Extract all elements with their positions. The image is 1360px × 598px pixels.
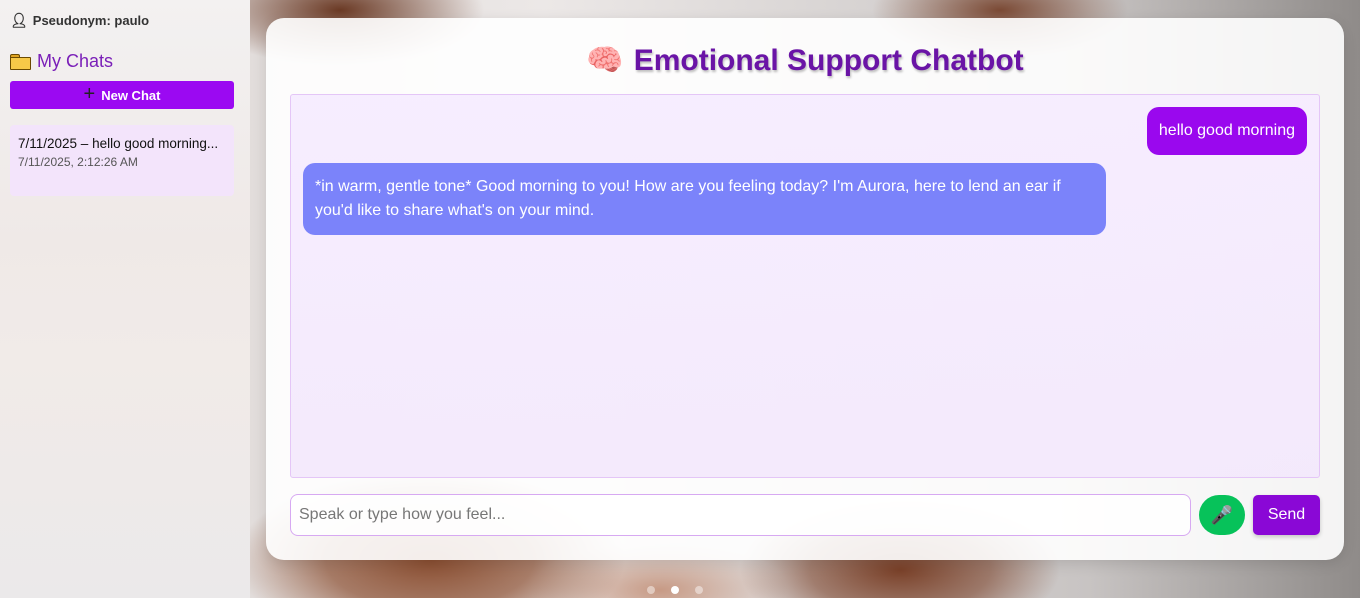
carousel-dot[interactable] [647,586,655,594]
carousel-dot-active[interactable] [671,586,679,594]
folder-icon [10,54,31,70]
brain-icon: 🧠 [586,44,624,77]
plus-icon: + [83,83,96,105]
my-chats-heading: My Chats [10,50,240,72]
carousel-dots [647,586,703,594]
chat-history-item[interactable]: 7/11/2025 – hello good morning... 7/11/2… [10,125,234,196]
sidebar: 👤︎ Pseudonym: paulo My Chats + New Chat … [0,0,250,598]
bot-message: *in warm, gentle tone* Good morning to y… [303,163,1106,235]
microphone-icon: 🎤 [1210,504,1234,525]
composer: 🎤 Send [290,494,1320,536]
pseudonym-row: 👤︎ Pseudonym: paulo [10,10,240,30]
microphone-button[interactable]: 🎤 [1199,495,1245,535]
new-chat-label: New Chat [101,87,161,103]
user-icon: 👤︎ [10,11,28,28]
my-chats-label: My Chats [37,50,114,71]
chat-item-timestamp: 7/11/2025, 2:12:26 AM [18,155,138,169]
user-message: hello good morning [1146,107,1307,155]
message-list[interactable]: hello good morning *in warm, gentle tone… [290,94,1320,478]
page-title: Emotional Support Chatbot [633,44,1024,77]
chat-panel: 🧠 Emotional Support Chatbot hello good m… [266,18,1344,560]
title-row: 🧠 Emotional Support Chatbot [266,40,1344,82]
send-button[interactable]: Send [1253,495,1320,535]
carousel-dot[interactable] [695,586,703,594]
new-chat-button[interactable]: + New Chat [10,81,234,109]
pseudonym-label: Pseudonym: paulo [32,12,150,28]
message-input[interactable] [290,494,1191,536]
chat-item-title: 7/11/2025 – hello good morning... [18,136,219,151]
